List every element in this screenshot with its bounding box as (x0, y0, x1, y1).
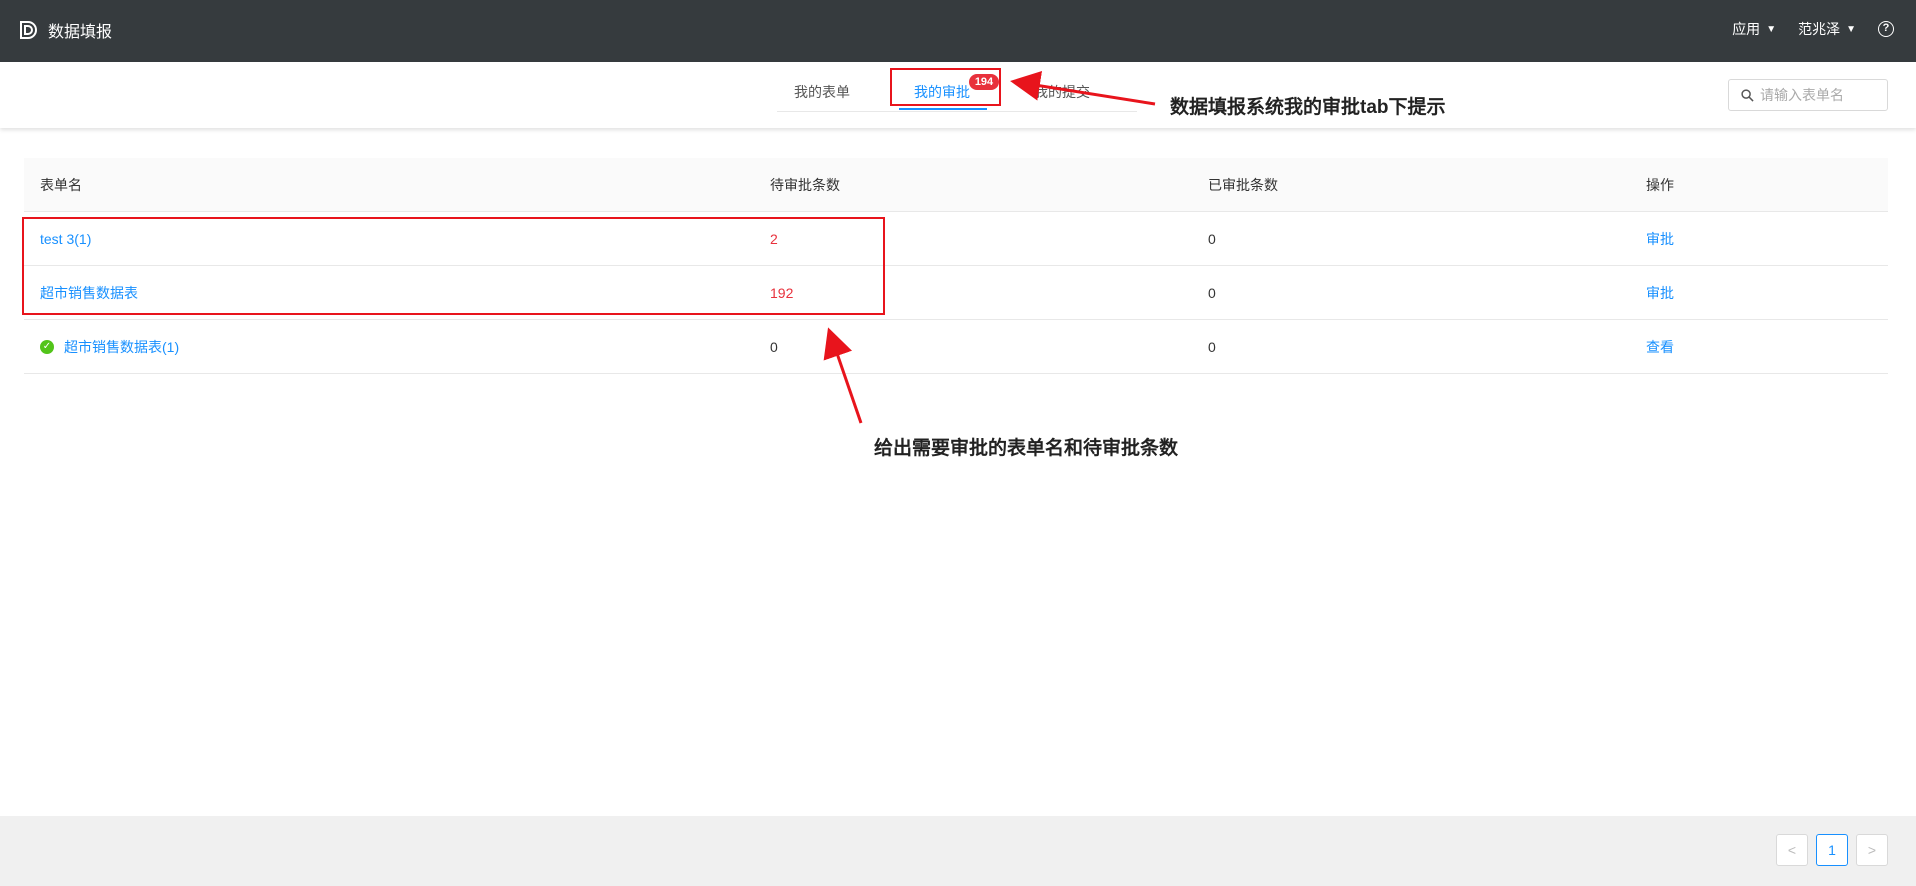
caret-down-icon: ▼ (1846, 23, 1856, 35)
table-row: ✓ 超市销售数据表(1) 0 0 查看 (24, 320, 1888, 374)
search-box[interactable] (1728, 79, 1888, 111)
active-tab-indicator (899, 108, 987, 110)
app-title: 数据填报 (48, 24, 113, 41)
approve-link[interactable]: 审批 (1646, 212, 1674, 265)
apps-menu[interactable]: 应用 ▼ (1732, 19, 1776, 39)
approve-link[interactable]: 审批 (1646, 266, 1674, 319)
user-menu[interactable]: 范兆泽 ▼ (1798, 19, 1856, 39)
column-header-action: 操作 (1646, 176, 1674, 193)
table-header: 表单名 待审批条数 已审批条数 操作 (24, 158, 1888, 212)
apps-menu-label: 应用 (1732, 21, 1761, 37)
tab-my-forms[interactable]: 我的表单 (794, 82, 850, 102)
footer: < 1 > (0, 816, 1916, 886)
approved-count: 0 (1208, 338, 1216, 355)
check-circle-icon: ✓ (40, 339, 54, 354)
annotation-box-table (22, 217, 885, 315)
user-menu-label: 范兆泽 (1798, 21, 1841, 37)
top-bar: 数据填报 应用 ▼ 范兆泽 ▼ ? (0, 0, 1916, 62)
caret-down-icon: ▼ (1766, 23, 1777, 35)
form-name-cell: ✓ 超市销售数据表(1) (40, 320, 179, 373)
annotation-table-note: 给出需要审批的表单名和待审批条数 (874, 438, 1179, 459)
app-logo-icon (20, 21, 37, 39)
next-page-button[interactable]: > (1856, 834, 1888, 866)
form-name-link[interactable]: 超市销售数据表(1) (64, 337, 179, 357)
annotation-tab-note: 数据填报系统我的审批tab下提示 (1170, 97, 1446, 118)
tab-my-submissions[interactable]: 我的提交 (1034, 82, 1090, 102)
column-header-pending: 待审批条数 (770, 176, 840, 193)
search-input[interactable] (1760, 87, 1880, 103)
approved-count: 0 (1208, 284, 1216, 301)
view-link[interactable]: 查看 (1646, 320, 1674, 373)
pending-count: 0 (770, 338, 778, 355)
brand[interactable]: 数据填报 (18, 18, 112, 42)
column-header-form-name: 表单名 (40, 176, 82, 193)
help-icon[interactable]: ? (1878, 21, 1894, 37)
column-header-approved: 已审批条数 (1208, 176, 1278, 193)
approved-count: 0 (1208, 230, 1216, 247)
prev-page-button[interactable]: < (1776, 834, 1808, 866)
search-icon (1741, 88, 1754, 102)
pagination: < 1 > (1776, 834, 1888, 866)
annotation-box-tab (890, 68, 1001, 106)
page-number-button[interactable]: 1 (1816, 834, 1848, 866)
